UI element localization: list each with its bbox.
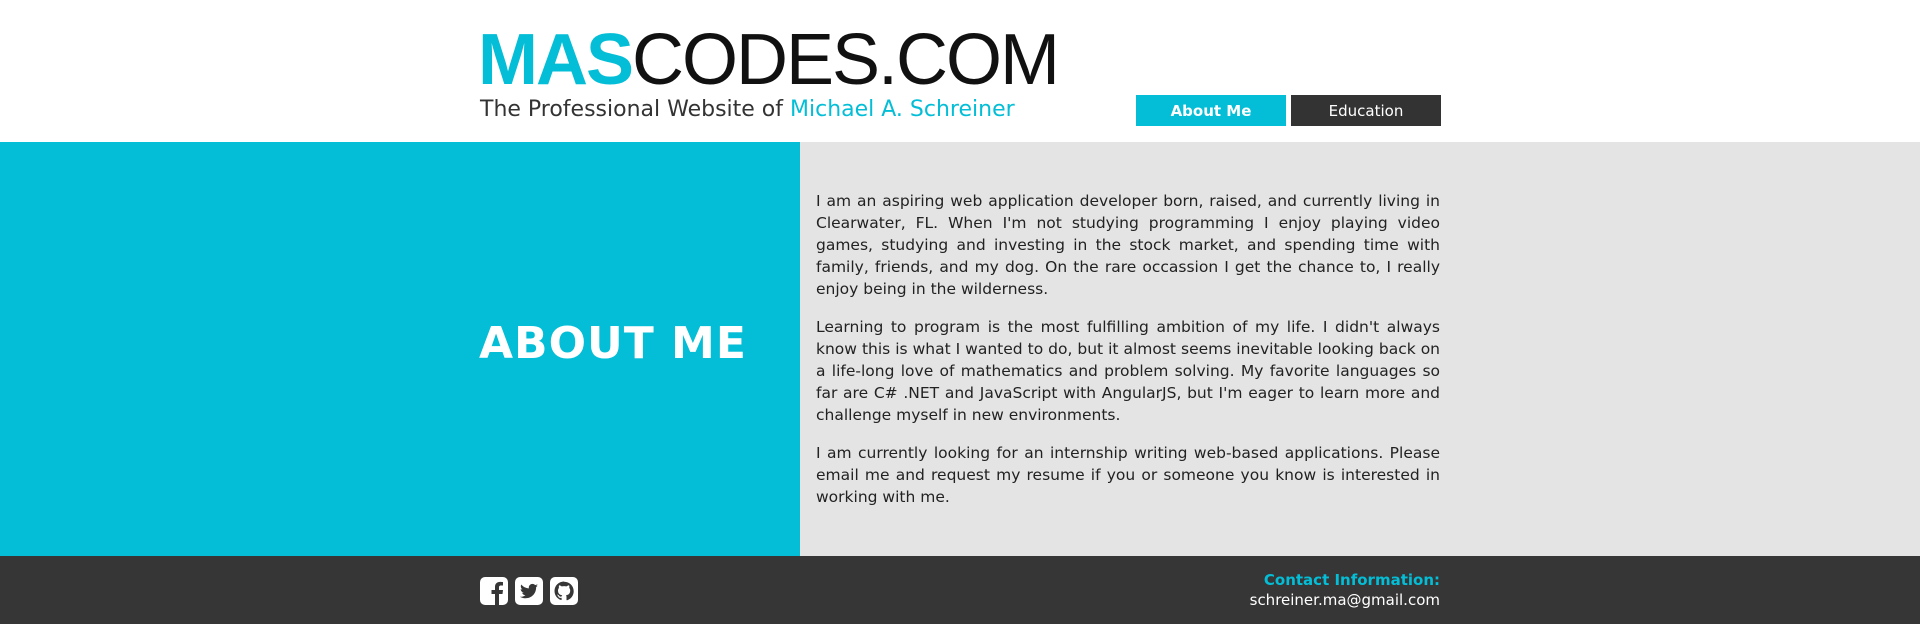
github-icon[interactable]: [550, 577, 578, 605]
nav-education-label: Education: [1328, 101, 1404, 120]
tagline-prefix: The Professional Website of: [480, 97, 791, 122]
nav-about-me-label: About Me: [1170, 101, 1252, 120]
section-heading: ABOUT ME: [479, 318, 747, 369]
social-links: [480, 577, 578, 605]
contact-email-link[interactable]: schreiner.ma@gmail.com: [1250, 590, 1440, 610]
contact-label: Contact Information:: [1263, 571, 1440, 589]
logo-rest: CODES.COM: [632, 20, 1060, 100]
about-section: ABOUT ME I am an aspiring web applicatio…: [0, 142, 1920, 556]
facebook-icon[interactable]: [480, 577, 508, 605]
nav-about-me-button[interactable]: About Me: [1136, 95, 1286, 126]
tagline-name: Michael A. Schreiner: [790, 97, 1015, 122]
section-title-panel: ABOUT ME: [0, 142, 800, 556]
about-paragraph-2: Learning to program is the most fulfilli…: [816, 318, 1440, 424]
site-footer: Contact Information: schreiner.ma@gmail.…: [0, 556, 1920, 624]
nav-education-button[interactable]: Education: [1291, 95, 1441, 126]
site-tagline: The Professional Website of Michael A. S…: [480, 97, 1015, 122]
site-logo[interactable]: MASCODES.COM: [478, 24, 1060, 96]
section-content-panel: I am an aspiring web application develop…: [800, 142, 1920, 556]
about-paragraph-1: I am an aspiring web application develop…: [816, 192, 1440, 298]
logo-accent: MAS: [478, 20, 634, 100]
about-text: I am an aspiring web application develop…: [816, 190, 1440, 524]
about-paragraph-3: I am currently looking for an internship…: [816, 444, 1440, 506]
contact-info: Contact Information: schreiner.ma@gmail.…: [1250, 570, 1440, 610]
site-header: MASCODES.COM The Professional Website of…: [0, 0, 1920, 142]
main-nav: About Me Education: [1136, 95, 1441, 126]
twitter-icon[interactable]: [515, 577, 543, 605]
